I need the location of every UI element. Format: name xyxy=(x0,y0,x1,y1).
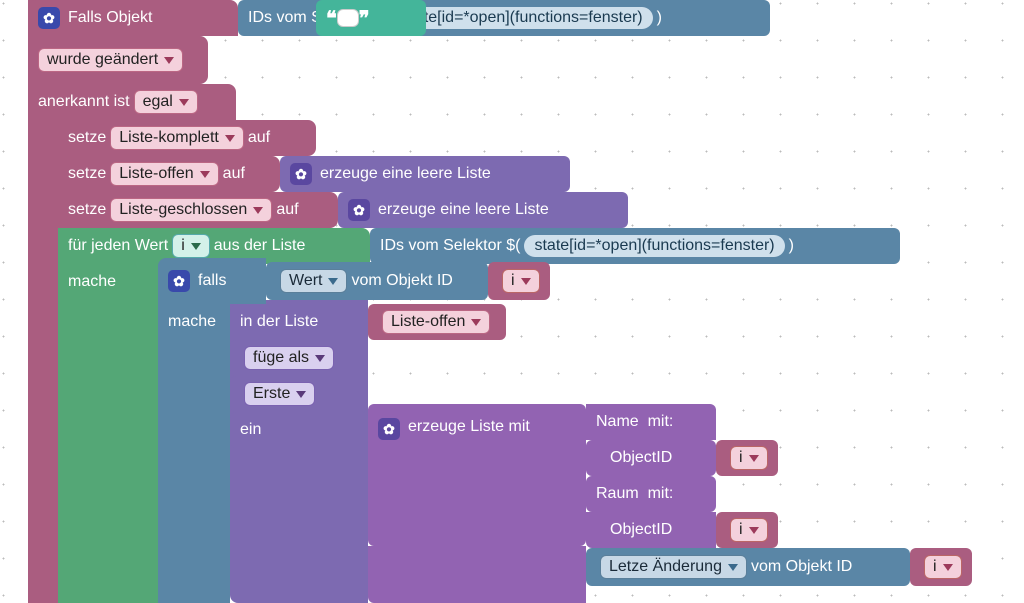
create-list[interactable]: ✿ erzeuge Liste mit xyxy=(368,404,586,546)
quote-icon: ❞ xyxy=(359,6,370,31)
set2-var[interactable]: Liste-offen xyxy=(110,162,218,186)
gear-icon[interactable]: ✿ xyxy=(290,163,312,185)
gear-icon[interactable]: ✿ xyxy=(348,199,370,221)
in-list-row[interactable]: in der Liste xyxy=(230,304,368,340)
ack-dd[interactable]: egal xyxy=(134,90,198,114)
set3-var[interactable]: Liste-geschlossen xyxy=(110,198,272,222)
gear-icon[interactable]: ✿ xyxy=(38,7,60,29)
set2-row[interactable]: setze Liste-offen auf xyxy=(58,156,280,192)
loop-do: mache xyxy=(58,264,158,300)
if-header[interactable]: ✿ falls xyxy=(158,258,266,304)
selector-field-2[interactable]: state[id=*open](functions=fenster) xyxy=(524,235,784,257)
trigger-header[interactable]: ✿ Falls Objekt xyxy=(28,0,238,36)
mklist-r1b: ObjectID xyxy=(586,440,716,476)
add-as-dd[interactable]: füge als xyxy=(244,346,334,370)
add-as-row: füge als xyxy=(230,340,368,376)
ack-row: anerkannt ist egal xyxy=(28,84,236,120)
gear-icon[interactable]: ✿ xyxy=(168,270,190,292)
wert-dd[interactable]: Wert xyxy=(280,269,347,293)
ein-row: ein xyxy=(230,412,368,448)
trigger-prefix: Falls Objekt xyxy=(68,9,152,27)
string-literal[interactable]: ❝ ❞ xyxy=(316,0,426,36)
var-i-2[interactable]: i xyxy=(716,440,778,476)
first-dd[interactable]: Erste xyxy=(244,382,315,406)
string-input[interactable] xyxy=(337,9,359,27)
lastchange-block[interactable]: Letze Änderung vom Objekt ID xyxy=(586,548,910,586)
get-value[interactable]: Wert vom Objekt ID xyxy=(266,262,488,300)
set3-row[interactable]: setze Liste-geschlossen auf xyxy=(58,192,338,228)
gear-icon[interactable]: ✿ xyxy=(378,418,400,440)
lastchange-dd[interactable]: Letze Änderung xyxy=(600,555,747,579)
selector-field-1[interactable]: state[id=*open](functions=fenster) xyxy=(392,7,652,29)
mklist-r1a: Name mit: xyxy=(586,404,716,440)
var-i-1[interactable]: i xyxy=(488,262,550,300)
mklist-r2b: ObjectID xyxy=(586,512,716,548)
changed-row: wurde geändert xyxy=(28,36,208,84)
if-do: mache xyxy=(158,304,230,340)
set1-row[interactable]: setze Liste-komplett auf xyxy=(58,120,316,156)
quote-icon: ❝ xyxy=(326,6,337,31)
ack-label: anerkannt ist xyxy=(38,93,130,111)
emptylist-1[interactable]: ✿ erzeuge eine leere Liste xyxy=(280,156,570,192)
list-var[interactable]: Liste-offen xyxy=(368,304,506,340)
ids-close: ) xyxy=(657,9,662,27)
var-i-4[interactable]: i xyxy=(910,548,972,586)
changed-dd[interactable]: wurde geändert xyxy=(38,48,183,72)
create-list-ext xyxy=(368,546,586,603)
emptylist-2[interactable]: ✿ erzeuge eine leere Liste xyxy=(338,192,628,228)
loop-var[interactable]: i xyxy=(172,234,210,258)
mklist-r2a: Raum mit: xyxy=(586,476,716,512)
first-row: Erste xyxy=(230,376,368,412)
i-dd[interactable]: i xyxy=(502,269,540,293)
set1-var[interactable]: Liste-komplett xyxy=(110,126,244,150)
ids-block-2[interactable]: IDs vom Selektor $( state[id=*open](func… xyxy=(370,228,900,264)
var-i-3[interactable]: i xyxy=(716,512,778,548)
